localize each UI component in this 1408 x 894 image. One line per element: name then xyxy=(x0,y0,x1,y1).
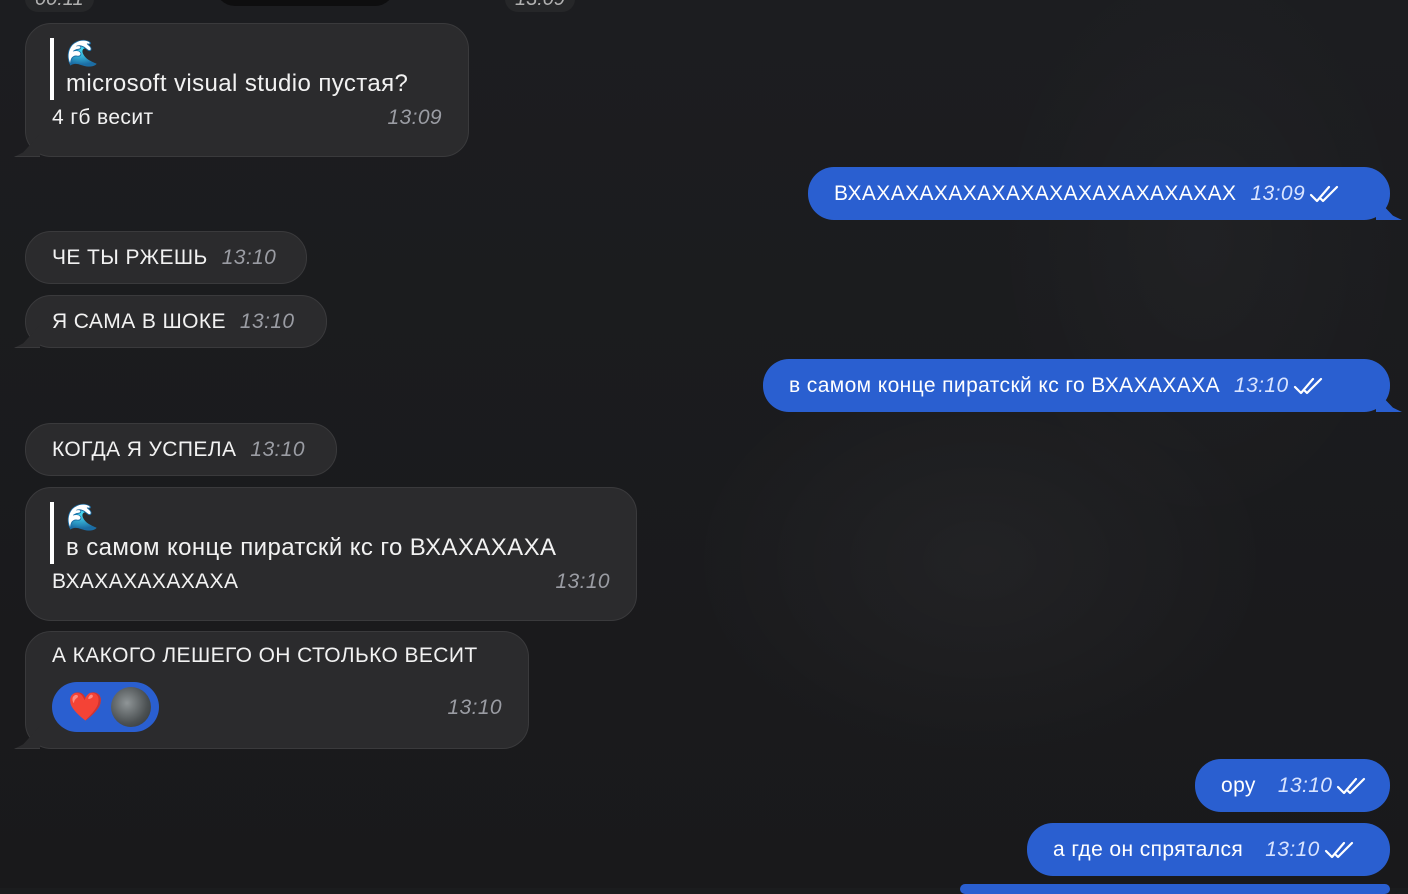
reply-quote-text: в самом конце пиратскй кс го ВХАХАХАХА xyxy=(66,534,557,561)
message-text: 4 гб весит xyxy=(52,106,154,129)
message-text: ору xyxy=(1221,773,1256,797)
message-text: КОГДА Я УСПЕЛА xyxy=(52,437,237,461)
message-time: 13:10 xyxy=(250,437,305,461)
message-text: ВХАХАХАХАХАХА xyxy=(52,570,239,593)
message-text: Я САМА В ШОКЕ xyxy=(52,309,226,333)
incoming-message[interactable]: ЧЕ ТЫ РЖЕШЬ 13:10 xyxy=(25,231,307,284)
incoming-message[interactable]: КОГДА Я УСПЕЛА 13:10 xyxy=(25,423,337,476)
message-time: 13:10 xyxy=(1234,373,1289,397)
next-message-edge xyxy=(960,884,1390,894)
heart-icon: ❤️ xyxy=(68,691,104,722)
message-time: 13:10 xyxy=(1277,773,1333,797)
message-text: а где он спрятался xyxy=(1053,837,1244,861)
message-time: 13:10 xyxy=(221,245,277,269)
double-check-icon xyxy=(1309,184,1341,204)
partial-media xyxy=(215,0,395,6)
outgoing-message[interactable]: в самом конце пиратскй кс го ВХАХАХАХА 1… xyxy=(763,359,1402,412)
incoming-message[interactable]: 🌊 microsoft visual studio пустая? 4 гб в… xyxy=(14,23,469,157)
incoming-message[interactable]: А КАКОГО ЛЕШЕГО ОН СТОЛЬКО ВЕСИТ ❤️ 13:1… xyxy=(14,631,529,749)
outgoing-message[interactable]: ору 13:10 xyxy=(1195,759,1390,812)
reply-quote[interactable]: 🌊 в самом конце пиратскй кс го ВХАХАХАХА xyxy=(50,502,610,564)
message-time: 13:09 xyxy=(1250,181,1306,205)
incoming-message[interactable]: Я САМА В ШОКЕ 13:10 xyxy=(14,295,327,348)
message-text: в самом конце пиратскй кс го ВХАХАХАХА xyxy=(789,373,1221,397)
previous-messages-edge: 00:11 13:09 xyxy=(0,0,1408,12)
double-check-icon xyxy=(1324,840,1356,860)
message-text: ВХАХАХАХАХАХАХАХАХАХАХАХАХАХ xyxy=(834,181,1237,205)
double-check-icon xyxy=(1293,376,1325,396)
partial-timestamp: 00:11 xyxy=(25,0,94,12)
reply-quote-text: microsoft visual studio пустая? xyxy=(66,70,409,97)
message-text: А КАКОГО ЛЕШЕГО ОН СТОЛЬКО ВЕСИТ xyxy=(52,644,478,667)
outgoing-message[interactable]: а где он спрятался 13:10 xyxy=(1027,823,1390,876)
avatar xyxy=(111,687,152,727)
message-time: 13:10 xyxy=(555,570,610,593)
message-time: 13:10 xyxy=(1265,837,1320,861)
reply-quote[interactable]: 🌊 microsoft visual studio пустая? xyxy=(50,38,442,100)
message-time: 13:10 xyxy=(447,696,502,719)
incoming-message[interactable]: 🌊 в самом конце пиратскй кс го ВХАХАХАХА… xyxy=(25,487,637,621)
wave-emoji: 🌊 xyxy=(66,502,99,532)
double-check-icon xyxy=(1336,776,1368,796)
partial-timestamp: 13:09 xyxy=(505,0,576,12)
message-time: 13:10 xyxy=(239,309,295,333)
reaction-chip[interactable]: ❤️ xyxy=(52,682,160,732)
outgoing-message[interactable]: ВХАХАХАХАХАХАХАХАХАХАХАХАХАХ 13:09 xyxy=(808,167,1402,220)
message-text: ЧЕ ТЫ РЖЕШЬ xyxy=(52,245,208,269)
wave-emoji: 🌊 xyxy=(66,38,99,68)
message-time: 13:09 xyxy=(387,106,442,129)
